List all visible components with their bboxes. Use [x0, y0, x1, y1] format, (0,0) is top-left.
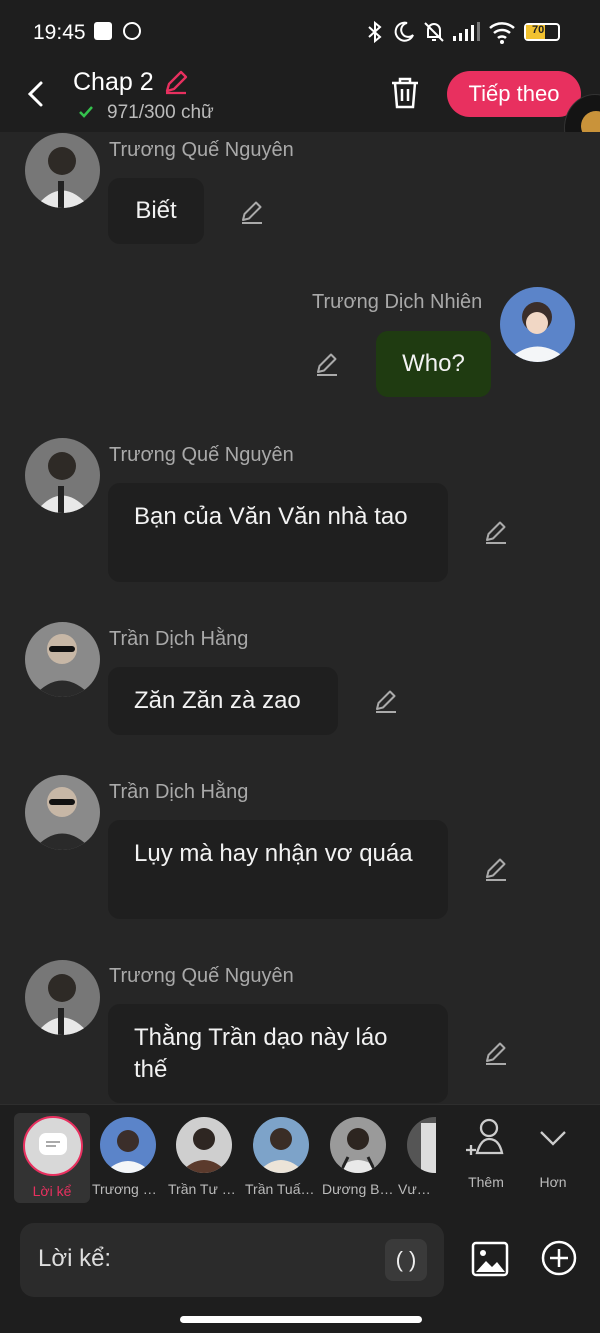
- edit-pencil-icon[interactable]: [482, 518, 510, 546]
- home-indicator[interactable]: [180, 1316, 422, 1323]
- message-bubble[interactable]: Biết: [108, 178, 204, 244]
- sender-name: Trương Quế Nguyên: [109, 444, 294, 466]
- message-bubble[interactable]: Thằng Trần dạo này láo thế: [108, 1004, 448, 1103]
- avatar[interactable]: [25, 775, 100, 850]
- message-bubble[interactable]: Who?: [376, 331, 491, 397]
- avatar[interactable]: [25, 622, 100, 697]
- sender-name: Trần Dịch Hằng: [109, 628, 249, 650]
- avatar: [176, 1117, 232, 1173]
- next-button[interactable]: Tiếp theo: [447, 71, 581, 117]
- battery-icon: 70: [524, 23, 560, 41]
- character-item[interactable]: Trần Tuấn...: [245, 1115, 317, 1197]
- chapter-title: Chap 2: [73, 68, 154, 96]
- moon-icon: [394, 21, 414, 42]
- image-icon[interactable]: [470, 1239, 510, 1279]
- character-item[interactable]: Trần Tư H...: [168, 1115, 240, 1197]
- edit-title-icon[interactable]: [162, 68, 190, 96]
- character-label: Dương Bá...: [322, 1181, 394, 1197]
- message-text: Thằng Trần dạo này láo thế: [134, 1024, 388, 1083]
- upload-icon: [94, 22, 112, 40]
- character-label: Vương: [398, 1181, 436, 1197]
- avatar[interactable]: [25, 960, 100, 1035]
- chat-bubble-icon: [39, 1133, 67, 1155]
- status-bar: 19:45 70: [0, 0, 600, 64]
- avatar: [253, 1117, 309, 1173]
- sender-name: Trương Quế Nguyên: [109, 965, 294, 987]
- battery-level: 70: [532, 24, 545, 36]
- edit-pencil-icon[interactable]: [238, 198, 266, 226]
- message-input[interactable]: Lời kể: ( ): [20, 1223, 444, 1297]
- avatar[interactable]: [25, 438, 100, 513]
- add-person-icon: [466, 1118, 504, 1155]
- edit-pencil-icon[interactable]: [482, 855, 510, 883]
- message-text: Zăn Zăn zà zao: [134, 687, 301, 714]
- signal-icon: [453, 22, 480, 41]
- avatar: [407, 1117, 436, 1173]
- word-count: 971/300 chữ: [107, 102, 214, 123]
- parentheses-label: ( ): [395, 1247, 417, 1272]
- narrator-avatar: [23, 1116, 83, 1176]
- edit-pencil-icon[interactable]: [482, 1039, 510, 1067]
- character-label: Trương Dị...: [92, 1181, 164, 1197]
- message-text: Bạn của Văn Văn nhà tao: [134, 503, 408, 530]
- avatar: [330, 1117, 386, 1173]
- back-icon[interactable]: [24, 79, 48, 109]
- message-text: Biết: [135, 197, 177, 224]
- input-prefix: Lời kể:: [38, 1245, 112, 1272]
- bell-off-icon: [424, 22, 444, 42]
- avatar[interactable]: [500, 287, 575, 362]
- message-bubble[interactable]: Zăn Zăn zà zao: [108, 667, 338, 735]
- status-time: 19:45: [33, 21, 86, 44]
- message-text: Lụy mà hay nhận vơ quáa: [134, 840, 413, 867]
- message-bubble[interactable]: Bạn của Văn Văn nhà tao: [108, 483, 448, 582]
- expand-label: Hơn: [539, 1174, 567, 1190]
- character-label: Trần Tuấn...: [245, 1181, 317, 1197]
- edit-pencil-icon[interactable]: [372, 687, 400, 715]
- sender-name: Trương Quế Nguyên: [109, 139, 294, 161]
- add-character-label: Thêm: [468, 1174, 504, 1190]
- chat-area: Trương Quế Nguyên Biết Trương Dịch Nhiên…: [0, 132, 600, 1104]
- aperture-icon: [123, 22, 141, 40]
- character-item[interactable]: Dương Bá...: [322, 1115, 394, 1197]
- edit-pencil-icon[interactable]: [313, 350, 341, 378]
- character-label: Trần Tư H...: [168, 1181, 240, 1197]
- parentheses-button[interactable]: ( ): [385, 1239, 427, 1281]
- wifi-icon: [489, 22, 515, 44]
- character-label: Lời kể: [32, 1183, 72, 1199]
- expand-button[interactable]: Hơn: [528, 1117, 578, 1190]
- chevron-down-icon: [540, 1131, 566, 1146]
- sender-name: Trương Dịch Nhiên: [312, 291, 483, 313]
- input-bar: Lời kể: ( ): [0, 1212, 600, 1333]
- check-icon: [79, 106, 93, 118]
- next-button-label: Tiếp theo: [468, 81, 560, 106]
- trash-icon[interactable]: [389, 76, 421, 110]
- character-selector: Lời kể Trương Dị... Trần Tư H... Trần Tu…: [0, 1104, 600, 1213]
- bluetooth-icon: [368, 20, 382, 44]
- add-character-button[interactable]: Thêm: [460, 1117, 512, 1190]
- message-bubble[interactable]: Lụy mà hay nhận vơ quáa: [108, 820, 448, 919]
- editor-header: Chap 2 971/300 chữ Tiếp theo: [0, 64, 600, 162]
- add-circle-icon[interactable]: [540, 1239, 578, 1277]
- character-narrator[interactable]: Lời kể: [14, 1113, 90, 1203]
- character-item[interactable]: Trương Dị...: [92, 1115, 164, 1197]
- sender-name: Trần Dịch Hằng: [109, 781, 249, 803]
- character-item[interactable]: Vương: [398, 1115, 436, 1197]
- avatar: [100, 1117, 156, 1173]
- avatar[interactable]: [25, 133, 100, 208]
- message-text: Who?: [402, 350, 465, 377]
